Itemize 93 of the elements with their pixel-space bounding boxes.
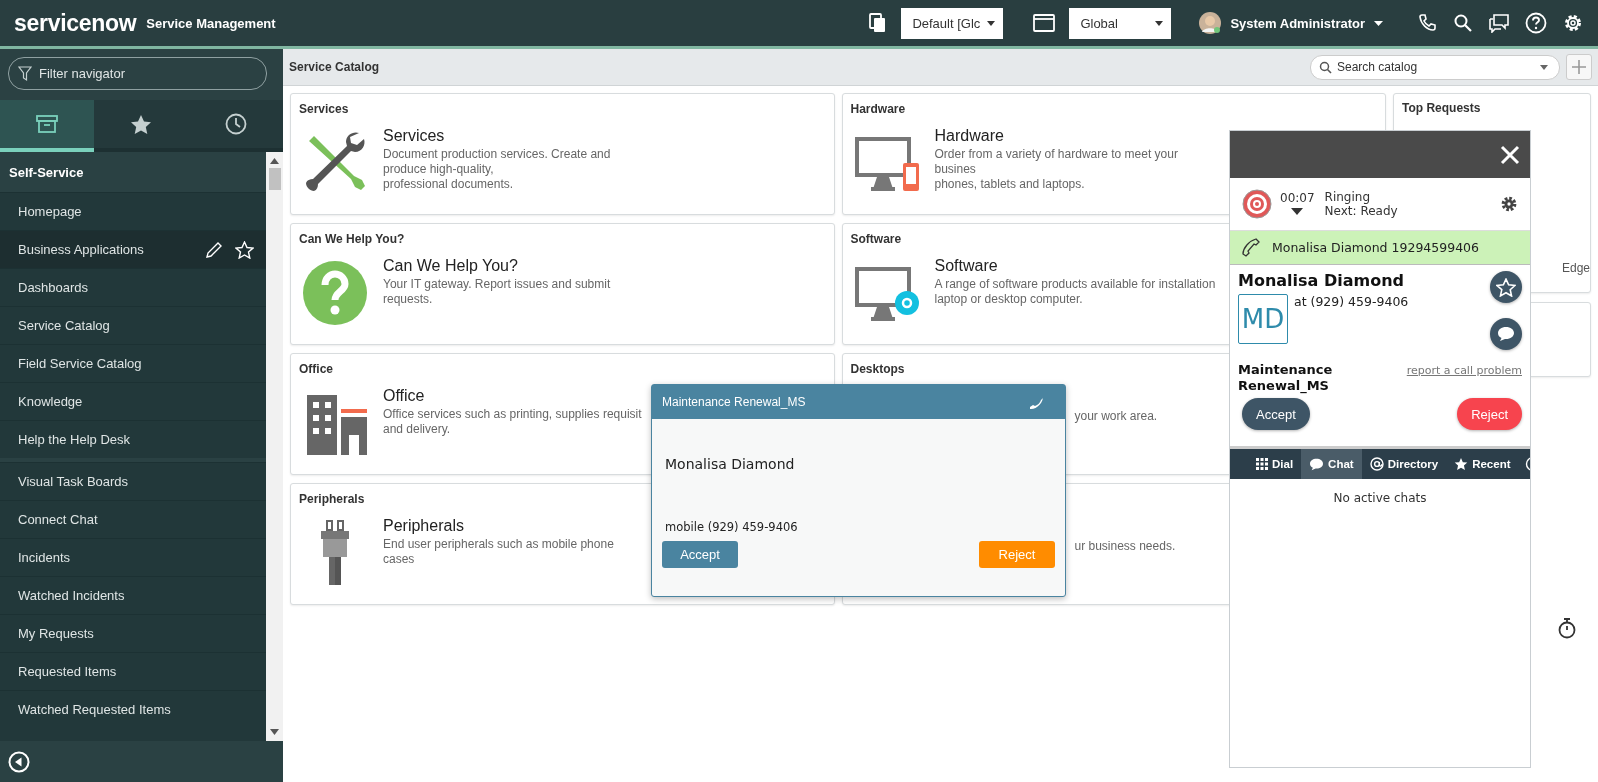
card-description: ur business needs. [1074,539,1176,554]
search-field[interactable]: Search catalog [1310,54,1560,80]
phone-tab[interactable]: Directory [1361,449,1447,479]
close-icon[interactable] [1500,144,1520,165]
card-title: Top Requests [1402,101,1481,115]
scrollbar-thumb[interactable] [268,168,281,190]
star-icon [1496,277,1516,297]
update-set-select[interactable]: Default [Glc [901,7,1004,39]
at-sign-icon [1369,457,1384,471]
card-description: End user peripherals such as mobile phone cases [383,537,615,567]
queue-name: Maintenance Renewal_MS [1238,362,1334,394]
search-icon[interactable] [1453,13,1473,33]
card-title: Office [299,362,333,376]
caller-name: Monalisa Diamond [665,456,796,472]
card-name[interactable]: Office [383,387,642,405]
card-title: Hardware [850,102,906,116]
clock-icon [224,113,247,135]
navigator-tab[interactable] [0,100,95,152]
page-title: Service Catalog [289,60,380,74]
accept-button[interactable]: Accept [662,541,738,568]
contact-initials: MD [1238,294,1288,344]
card-name[interactable]: Hardware [934,127,1223,145]
scroll-down-icon[interactable] [270,729,279,735]
scrollbar[interactable] [266,152,283,741]
card-description: phones, tablets and laptops. [934,177,1086,192]
plus-icon [1572,60,1586,74]
search-icon [1319,60,1332,74]
phone-icon[interactable] [1418,13,1438,33]
card-description: Your IT gateway. Report issues and submit requests. [383,277,612,307]
report-link[interactable]: report a call problem [1406,364,1522,377]
card-title: Desktops [850,362,905,376]
documents-icon[interactable] [869,13,888,33]
caller-number: mobile (929) 459-9406 [665,520,799,534]
chat-icon[interactable] [1488,13,1510,33]
user-avatar[interactable] [1199,12,1222,34]
star-icon[interactable] [235,240,254,259]
caret-icon [1155,20,1164,26]
card-title: Can We Help You? [299,232,405,246]
filter-field[interactable]: Filter navigator [8,57,267,90]
card-title: Services [299,102,349,116]
card-description: Office services such as printing, supplies requisit [383,407,642,422]
chat-button[interactable] [1490,318,1522,350]
help-icon[interactable] [1525,12,1547,34]
target-icon [1242,189,1272,219]
card-description: your work area. [1074,409,1158,424]
favorite-button[interactable] [1490,271,1522,303]
catalog-card[interactable]: Services Services Document production services. Create and produce high-quality, professional documents. [290,93,835,215]
card-name[interactable]: Peripherals [383,517,645,535]
star-icon [130,113,153,135]
call-status: Ringing [1324,190,1372,204]
navigator-item[interactable]: Business Applications [0,230,266,268]
call-timer: 00:07 [1280,191,1315,205]
scroll-up-icon[interactable] [270,158,279,164]
archive-icon [36,114,59,134]
caret-icon[interactable] [1374,20,1383,26]
star-icon [1454,457,1469,471]
speech-bubble-icon [1309,457,1325,471]
filter-icon [18,66,32,82]
catalog-card[interactable]: Can We Help You? Can We Help You? Your IT gateway. Report issues and submit requests. [290,223,835,345]
empty-message: No active chats [1333,491,1427,505]
pencil-icon[interactable] [205,240,223,259]
phone-tab[interactable]: Chat [1301,449,1362,479]
keypad-icon [1256,458,1268,470]
phone-icon [1240,237,1262,258]
card-description: professional documents. [383,177,515,192]
card-description: and delivery. [383,422,452,437]
caret-icon[interactable] [1291,208,1304,215]
card-name[interactable]: Can We Help You? [383,257,645,275]
card-name[interactable]: Services [383,127,645,145]
card-name[interactable]: Software [934,257,1216,275]
card-description: A range of software products available for installation [934,277,1216,292]
scope-select[interactable]: Global [1069,7,1172,39]
card-title: Peripherals [299,492,365,506]
stopwatch-icon[interactable] [1557,617,1577,639]
settings-icon[interactable] [1500,195,1518,213]
speech-bubble-icon [1497,326,1515,342]
caret-icon [987,20,996,26]
request-text[interactable]: Edge [1562,261,1591,275]
card-title: Software [850,232,902,246]
dialog-title: Maintenance Renewal_MS [662,395,806,409]
application-heading[interactable]: Self-Service [0,152,266,192]
caret-icon [1540,64,1548,70]
settings-icon[interactable] [1562,12,1584,34]
reject-button[interactable]: Reject [1457,398,1522,430]
phone-tab[interactable]: Recent [1446,449,1519,479]
collapse-icon[interactable] [8,750,30,773]
accept-button[interactable]: Accept [1242,398,1310,430]
card-description: laptop or desktop computer. [934,292,1084,307]
product-name: Service Management [146,15,276,31]
phone-tab[interactable]: Dial [1248,449,1302,479]
logo[interactable]: servicenow [14,9,137,37]
monitor-icon[interactable] [1033,14,1056,32]
user-name[interactable]: System Administrator [1230,15,1365,31]
